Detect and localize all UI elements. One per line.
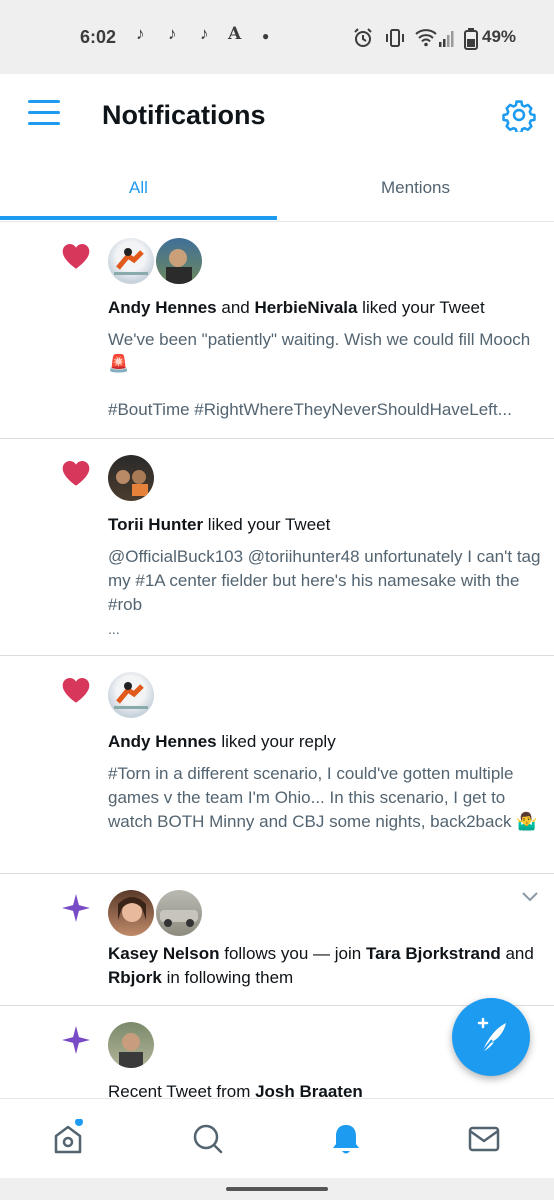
user-name[interactable]: Andy Hennes — [108, 298, 217, 317]
sparkle-icon — [62, 1026, 90, 1054]
status-bar: 6:02 ♪ ♪ ♪ A ● 49% — [0, 0, 554, 74]
bell-icon[interactable] — [326, 1119, 366, 1159]
user-name[interactable]: HerbieNivala — [254, 298, 357, 317]
user-name[interactable]: Tara Bjorkstrand — [366, 944, 501, 963]
notification-headline: Torii Hunter liked your Tweet — [108, 515, 331, 534]
compose-tweet-button[interactable] — [452, 998, 530, 1076]
notification-item[interactable]: Kasey Nelson follows you — join Tara Bjo… — [0, 874, 554, 1006]
bottom-navigation — [0, 1098, 554, 1178]
notification-tabs: All Mentions — [0, 158, 554, 222]
notification-item[interactable]: Andy Hennes and HerbieNivala liked your … — [0, 222, 554, 439]
chevron-down-icon[interactable] — [520, 890, 540, 904]
page-title: Notifications — [102, 100, 266, 130]
status-time: 6:02 — [80, 27, 117, 47]
user-name[interactable]: Rbjork — [108, 968, 162, 987]
tweet-snippet: We've been "patiently" waiting. Wish we … — [108, 330, 531, 373]
user-name[interactable]: Andy Hennes — [108, 732, 217, 751]
avatar-group — [108, 238, 204, 284]
avatar-group — [108, 455, 154, 501]
heart-icon — [62, 244, 90, 269]
home-icon[interactable] — [48, 1119, 88, 1159]
battery-icon — [464, 28, 478, 50]
avatar-group — [108, 890, 204, 936]
tweet-snippet: @OfficialBuck103 @toriihunter48 unfortun… — [108, 547, 541, 614]
battery-percent: 49% — [482, 27, 517, 46]
font-app-icon: A — [228, 24, 242, 44]
user-name[interactable]: Kasey Nelson — [108, 944, 220, 963]
app-header: Notifications — [0, 74, 554, 158]
hamburger-menu-icon[interactable] — [28, 100, 62, 130]
vibrate-icon — [386, 29, 404, 47]
heart-icon — [62, 678, 90, 703]
dot-icon: ● — [262, 29, 270, 43]
tweet-snippet-ellipsis: ... — [108, 621, 120, 637]
home-gesture-bar[interactable] — [226, 1187, 328, 1191]
avatar[interactable] — [108, 1022, 154, 1068]
user-name[interactable]: Torii Hunter — [108, 515, 203, 534]
avatar[interactable] — [108, 238, 154, 284]
gear-icon[interactable] — [502, 98, 536, 132]
notification-item[interactable]: Andy Hennes liked your reply #Torn in a … — [0, 656, 554, 874]
tiktok-icon: ♪ — [168, 24, 177, 43]
avatar[interactable] — [156, 890, 202, 936]
wifi-icon — [415, 29, 437, 47]
tiktok-icon: ♪ — [136, 24, 145, 43]
avatar[interactable] — [108, 672, 154, 718]
sparkle-icon — [62, 894, 90, 922]
notification-headline: Andy Hennes and HerbieNivala liked your … — [108, 298, 485, 317]
avatar[interactable] — [108, 455, 154, 501]
notification-item[interactable]: Torii Hunter liked your Tweet @OfficialB… — [0, 439, 554, 656]
unread-badge — [75, 1119, 83, 1126]
signal-icon — [439, 31, 454, 47]
search-icon[interactable] — [188, 1119, 228, 1159]
tiktok-icon: ♪ — [200, 24, 209, 43]
tweet-snippet: #Torn in a different scenario, I could'v… — [108, 764, 538, 831]
tweet-snippet-hashtags: #BoutTime #RightWhereTheyNeverShouldHave… — [108, 400, 512, 419]
heart-icon — [62, 461, 90, 486]
notification-headline: Kasey Nelson follows you — join Tara Bjo… — [108, 944, 534, 987]
avatar-group — [108, 672, 154, 718]
gesture-area — [0, 1178, 554, 1200]
avatar-group — [108, 1022, 154, 1068]
active-tab-indicator — [0, 216, 277, 220]
tab-all[interactable]: All — [0, 158, 277, 220]
avatar[interactable] — [156, 238, 202, 284]
notification-headline: Andy Hennes liked your reply — [108, 732, 336, 751]
alarm-icon — [354, 28, 372, 47]
mail-icon[interactable] — [464, 1119, 504, 1159]
avatar[interactable] — [108, 890, 154, 936]
tab-mentions[interactable]: Mentions — [277, 158, 554, 220]
compose-tweet-icon — [477, 1017, 506, 1053]
